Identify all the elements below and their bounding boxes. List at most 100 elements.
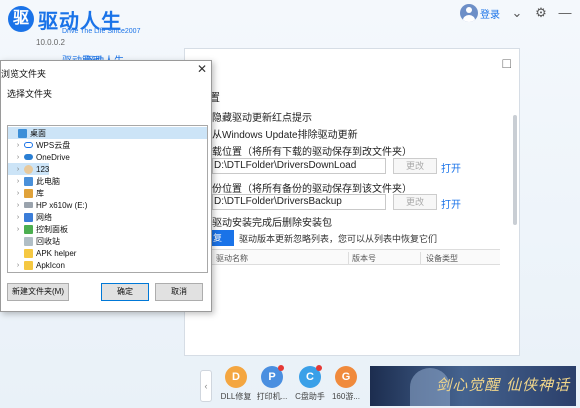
tool-game[interactable]: G 160游...: [328, 366, 364, 408]
pc-icon: [24, 176, 33, 186]
avatar[interactable]: [460, 4, 478, 22]
tree-item[interactable]: › 123: [8, 163, 50, 175]
tree-item[interactable]: › HP x610w (E:): [8, 199, 88, 211]
browse-folder-dialog: 浏览文件夹 ✕ 选择文件夹 桌面 › WPS云盘 › OneDrive › 123 › 此电脑 ›…: [0, 60, 212, 312]
game-icon: G: [335, 366, 357, 388]
tool-label: 打印机...: [256, 392, 288, 401]
net-icon: [24, 212, 33, 222]
column-driver-name[interactable]: 驱动名称: [216, 253, 248, 264]
option-hide-update-dot[interactable]: 隐藏驱动更新红点提示: [212, 109, 312, 124]
expander-icon[interactable]: ›: [14, 202, 22, 209]
tree-item[interactable]: › WPS云盘: [8, 139, 70, 151]
tree-item[interactable]: APK helper: [8, 247, 76, 259]
column-device-type[interactable]: 设备类型: [426, 253, 458, 264]
ad-banner[interactable]: 剑心觉醒 仙侠神话: [370, 366, 576, 406]
tool-label: DLL修复: [220, 392, 252, 401]
dialog-prompt: 选择文件夹: [7, 89, 53, 99]
cancel-button[interactable]: 取消: [155, 283, 203, 301]
download-open-link[interactable]: 打开: [441, 160, 461, 175]
backup-change-button[interactable]: 更改: [393, 194, 437, 210]
folder-tree[interactable]: 桌面 › WPS云盘 › OneDrive › 123 › 此电脑 › 库 › HP x610w (E:…: [7, 125, 208, 273]
tree-item[interactable]: › 此电脑: [8, 175, 60, 187]
chevron-left-icon[interactable]: ‹: [200, 370, 212, 402]
c-drive-icon: C: [299, 365, 322, 388]
tree-item[interactable]: 桌面: [8, 127, 207, 139]
backup-path-field[interactable]: D:\DTLFolder\DriversBackup: [212, 194, 386, 210]
drive-icon: [24, 202, 33, 208]
column-divider: [348, 252, 349, 264]
logo-icon: 驱: [8, 6, 34, 32]
tree-item[interactable]: › 库: [8, 187, 44, 199]
backup-open-link[interactable]: 打开: [441, 196, 461, 211]
app-version: 10.0.0.2: [36, 38, 65, 47]
minimize-icon[interactable]: —: [558, 6, 572, 20]
folder-icon: [24, 260, 33, 270]
dialog-title: 浏览文件夹: [1, 69, 47, 79]
download-location-label: 载位置（将所有下载的驱动保存到改文件夹）: [212, 147, 412, 158]
cloud-icon: [24, 142, 33, 148]
new-folder-button[interactable]: 新建文件夹(M): [7, 283, 69, 301]
notification-dot: [278, 365, 284, 371]
desktop-icon: [18, 128, 27, 138]
bottom-tool-strip: ‹ D DLL修复 P 打印机... C C盘助手 G 160游... 剑心觉醒…: [196, 364, 580, 408]
backup-location-label: 份位置（将所有备份的驱动保存到该文件夹）: [212, 184, 412, 195]
expander-icon[interactable]: ›: [14, 142, 22, 149]
tree-item-label: OneDrive: [36, 152, 70, 162]
expander-icon[interactable]: ›: [14, 262, 22, 269]
onedrive-icon: [24, 154, 33, 160]
expander-icon[interactable]: ›: [14, 190, 22, 197]
tree-item-label: 控制面板: [36, 224, 68, 234]
expander-icon[interactable]: ›: [14, 154, 22, 161]
scrollbar[interactable]: [513, 115, 517, 225]
ignore-list-note: 驱动版本更新忽略列表，您可以从列表中恢复它们: [239, 234, 438, 244]
option-exclude-windows-update[interactable]: 从Windows Update排除驱动更新: [212, 126, 358, 141]
folder-icon: [24, 248, 33, 258]
tool-label: C盘助手: [295, 392, 325, 401]
login-link[interactable]: 登录: [480, 6, 500, 21]
tool-label: 160游...: [331, 392, 360, 401]
expander-icon[interactable]: ›: [14, 214, 22, 221]
expander-icon[interactable]: ›: [14, 166, 22, 173]
tool-dll-repair[interactable]: D DLL修复: [218, 366, 254, 408]
tree-item[interactable]: › 控制面板: [8, 223, 68, 235]
option-delete-package[interactable]: 驱动安装完成后删除安装包: [212, 214, 332, 229]
app-subtitle: Drive The Life Since2007: [62, 28, 141, 35]
ignore-list-table-header: 驱动名称 版本号 设备类型: [212, 249, 500, 265]
lib-icon: [24, 188, 33, 198]
gear-icon[interactable]: ⚙: [534, 6, 548, 20]
tree-item[interactable]: › ApkIcon: [8, 259, 65, 271]
expander-icon[interactable]: ›: [14, 226, 22, 233]
tool-printer[interactable]: P 打印机...: [254, 365, 290, 408]
bin-icon: [24, 236, 33, 246]
tree-item-label: 123: [36, 164, 50, 174]
expander-icon[interactable]: ›: [14, 178, 22, 185]
tree-item-label: HP x610w (E:): [36, 200, 88, 210]
header-controls: 登录 ⌄ ⚙ —: [460, 4, 572, 22]
column-version[interactable]: 版本号: [352, 253, 376, 264]
user-icon: [24, 164, 33, 174]
chevron-down-icon[interactable]: ⌄: [510, 6, 524, 20]
download-path-field[interactable]: D:\DTLFolder\DriversDownLoad: [212, 158, 386, 174]
tree-item[interactable]: › 网络: [8, 211, 52, 223]
tree-item[interactable]: › OneDrive: [8, 151, 70, 163]
tree-item-label: 库: [36, 188, 44, 198]
printer-icon: P: [261, 365, 284, 388]
tree-item-label: 网络: [36, 212, 52, 222]
tree-item-label: APK helper: [36, 248, 77, 258]
tree-item[interactable]: 回收站: [8, 235, 60, 247]
column-divider: [420, 252, 421, 264]
restore-button[interactable]: 复: [212, 230, 234, 246]
tool-c-drive[interactable]: C C盘助手: [292, 365, 328, 408]
dll-repair-icon: D: [225, 366, 247, 388]
tree-item-label: ApkIcon: [36, 260, 65, 270]
tree-item-label: 桌面: [30, 128, 46, 138]
maximize-icon[interactable]: □: [503, 55, 511, 71]
cpanel-icon: [24, 224, 33, 234]
tree-item-label: 回收站: [36, 236, 60, 246]
notification-dot: [316, 365, 322, 371]
tree-item-label: 此电脑: [36, 176, 60, 186]
close-icon[interactable]: ✕: [197, 62, 207, 76]
tree-item-label: WPS云盘: [36, 140, 71, 150]
ok-button[interactable]: 确定: [101, 283, 149, 301]
download-change-button[interactable]: 更改: [393, 158, 437, 174]
